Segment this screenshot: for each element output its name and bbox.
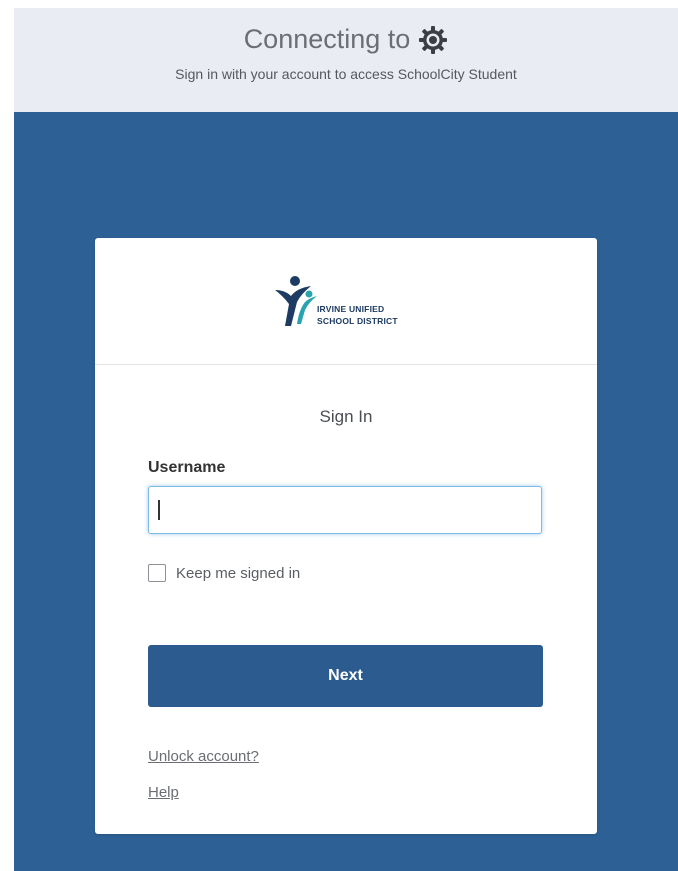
signin-card: IRVINE UNIFIED SCHOOL DISTRICT Sign In U…: [95, 238, 597, 834]
help-link[interactable]: Help: [148, 784, 179, 801]
logo-line-1: IRVINE UNIFIED: [317, 304, 385, 314]
username-input[interactable]: [148, 486, 542, 534]
username-label: Username: [148, 459, 226, 476]
district-logo-icon: [275, 276, 317, 326]
header-title-row: Connecting to: [14, 24, 678, 55]
unlock-account-link[interactable]: Unlock account?: [148, 748, 259, 765]
logo-line-2: SCHOOL DISTRICT: [317, 316, 398, 326]
text-caret: [158, 500, 160, 520]
connecting-header: Connecting to Sign in with your account …: [14, 8, 678, 112]
signin-title: Sign In: [319, 407, 373, 426]
next-button[interactable]: Next: [148, 645, 543, 707]
keep-signed-in-row[interactable]: Keep me signed in: [148, 564, 300, 582]
header-title: Connecting to: [243, 24, 411, 54]
keep-signed-in-checkbox[interactable]: [148, 564, 166, 582]
login-page: Connecting to Sign in with your account …: [14, 8, 678, 871]
header-subtitle: Sign in with your account to access Scho…: [175, 66, 517, 82]
logo-section: IRVINE UNIFIED SCHOOL DISTRICT: [95, 238, 597, 365]
district-logo-text: IRVINE UNIFIED SCHOOL DISTRICT: [317, 303, 398, 327]
gear-icon: [419, 25, 448, 54]
keep-signed-in-label[interactable]: Keep me signed in: [176, 565, 300, 582]
